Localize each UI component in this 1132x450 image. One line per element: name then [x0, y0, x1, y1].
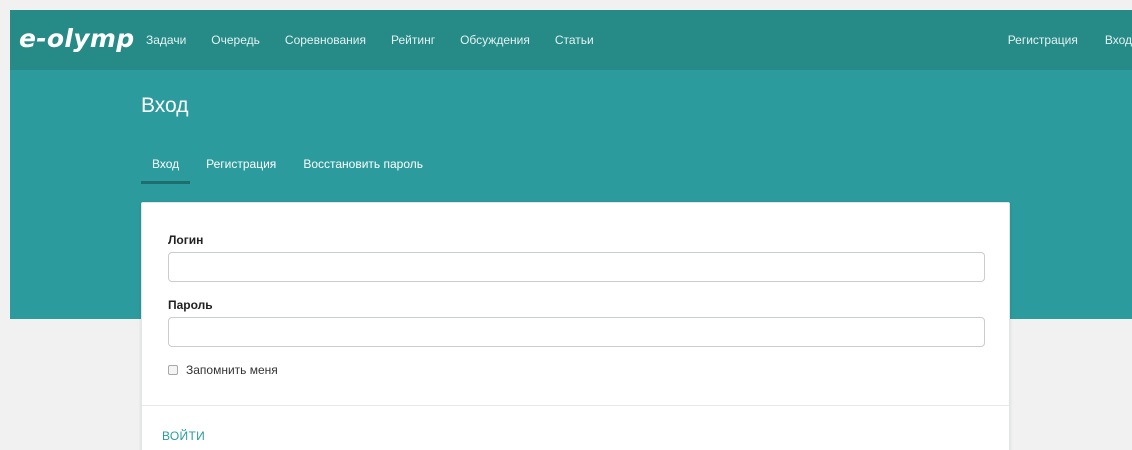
nav-item-articles[interactable]: Статьи [555, 33, 594, 47]
login-form-card: Логин Пароль Запомнить меня ВОЙТИ [141, 202, 1010, 450]
nav-item-rating[interactable]: Рейтинг [391, 33, 435, 47]
logo[interactable]: e-olymp [19, 24, 134, 53]
top-navbar: e-olymp Задачи Очередь Соревнования Рейт… [10, 10, 1132, 70]
password-input[interactable] [168, 317, 985, 347]
main-nav: Задачи Очередь Соревнования Рейтинг Обсу… [146, 10, 619, 70]
register-link[interactable]: Регистрация [1008, 33, 1078, 47]
divider [142, 405, 1009, 406]
nav-item-tasks[interactable]: Задачи [146, 33, 186, 47]
login-label: Логин [168, 233, 204, 247]
remember-me-label: Запомнить меня [186, 363, 278, 377]
nav-item-queue[interactable]: Очередь [211, 33, 260, 47]
nav-item-discussions[interactable]: Обсуждения [460, 33, 530, 47]
password-label: Пароль [168, 298, 213, 312]
page-title: Вход [141, 94, 189, 117]
remember-me-checkbox[interactable] [168, 365, 178, 375]
login-link[interactable]: Вход [1105, 33, 1132, 47]
account-nav: Регистрация Вход [981, 10, 1132, 70]
tab-recover-password[interactable]: Восстановить пароль [292, 145, 434, 184]
login-input[interactable] [168, 252, 985, 282]
tab-register[interactable]: Регистрация [195, 145, 287, 184]
tab-login[interactable]: Вход [141, 145, 191, 184]
login-submit-button[interactable]: ВОЙТИ [162, 429, 205, 443]
auth-tabs: Вход Регистрация Восстановить пароль [141, 145, 439, 184]
nav-item-competitions[interactable]: Соревнования [285, 33, 366, 47]
remember-me[interactable]: Запомнить меня [168, 363, 278, 377]
